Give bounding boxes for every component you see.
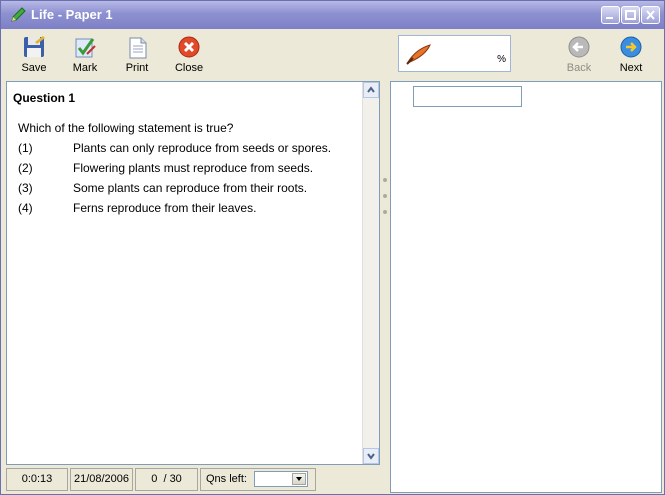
option-text: Plants can only reproduce from seeds or … bbox=[73, 141, 332, 155]
close-icon bbox=[646, 10, 655, 20]
close-button[interactable]: Close bbox=[164, 34, 214, 76]
total-count: 30 bbox=[169, 473, 182, 485]
minimize-icon bbox=[606, 17, 613, 19]
question-counter: 0 / 30 bbox=[135, 468, 198, 491]
arrow-right-icon bbox=[620, 36, 642, 58]
qns-left-panel: Qns left: bbox=[200, 468, 316, 491]
scroll-down-button[interactable] bbox=[363, 448, 379, 464]
floppy-disk-icon bbox=[24, 36, 45, 57]
grip-dot bbox=[383, 194, 387, 198]
answer-pane bbox=[390, 81, 662, 493]
grip-dot bbox=[383, 178, 387, 182]
grip-dot bbox=[383, 210, 387, 214]
dropdown-arrow[interactable] bbox=[292, 473, 306, 485]
close-label: Close bbox=[174, 62, 204, 74]
arrow-left-icon bbox=[568, 36, 590, 58]
toolbar: Save Mark Print Close % Back Next bbox=[1, 29, 664, 79]
answer-option-2[interactable]: (2) Flowering plants must reproduce from … bbox=[18, 161, 313, 175]
mark-label: Mark bbox=[72, 62, 98, 74]
answer-input[interactable] bbox=[413, 86, 522, 107]
print-label: Print bbox=[125, 62, 149, 74]
mark-button[interactable]: Mark bbox=[60, 34, 110, 76]
option-number: (3) bbox=[18, 181, 33, 195]
next-button[interactable]: Next bbox=[606, 34, 656, 76]
timer-display: 0:0:13 bbox=[6, 468, 68, 491]
scroll-up-button[interactable] bbox=[363, 82, 379, 98]
close-circle-icon bbox=[178, 36, 200, 58]
qns-left-select[interactable] bbox=[254, 471, 308, 487]
score-percent-unit: % bbox=[497, 54, 506, 65]
document-print-icon bbox=[129, 37, 147, 59]
question-heading: Question 1 bbox=[13, 91, 76, 105]
title-bar[interactable]: Life - Paper 1 bbox=[1, 1, 664, 29]
chevron-down-icon bbox=[296, 477, 302, 481]
close-window-button[interactable] bbox=[641, 6, 660, 24]
answer-option-1[interactable]: (1) Plants can only reproduce from seeds … bbox=[18, 141, 331, 155]
pencil-icon bbox=[11, 7, 26, 22]
question-pane[interactable]: Question 1 Which of the following statem… bbox=[6, 81, 380, 465]
window-title: Life - Paper 1 bbox=[31, 7, 113, 22]
score-gauge: % bbox=[398, 35, 511, 72]
answer-option-4[interactable]: (4) Ferns reproduce from their leaves. bbox=[18, 201, 256, 215]
option-number: (2) bbox=[18, 161, 33, 175]
date-display: 21/08/2006 bbox=[70, 468, 133, 491]
option-text: Ferns reproduce from their leaves. bbox=[73, 201, 257, 215]
qns-left-label: Qns left: bbox=[206, 473, 247, 485]
option-number: (1) bbox=[18, 141, 33, 155]
maximize-button[interactable] bbox=[621, 6, 640, 24]
mark-check-icon bbox=[75, 38, 96, 58]
save-label: Save bbox=[21, 62, 47, 74]
option-text: Flowering plants must reproduce from see… bbox=[73, 161, 314, 175]
maximize-icon bbox=[625, 10, 636, 20]
feather-pen-icon bbox=[406, 44, 431, 65]
chevron-up-icon bbox=[367, 86, 375, 93]
answered-count: 0 bbox=[151, 473, 158, 485]
minimize-button[interactable] bbox=[601, 6, 620, 24]
back-button[interactable]: Back bbox=[554, 34, 604, 76]
app-window: Life - Paper 1 Save Mark Print Close % B… bbox=[0, 0, 665, 495]
print-button[interactable]: Print bbox=[112, 34, 162, 76]
option-number: (4) bbox=[18, 201, 33, 215]
pane-splitter[interactable] bbox=[382, 81, 388, 493]
save-button[interactable]: Save bbox=[9, 34, 59, 76]
question-text: Which of the following statement is true… bbox=[18, 121, 234, 135]
answer-option-3[interactable]: (3) Some plants can reproduce from their … bbox=[18, 181, 307, 195]
chevron-down-icon bbox=[367, 453, 375, 460]
counter-separator: / bbox=[163, 473, 167, 485]
back-label: Back bbox=[566, 62, 592, 74]
next-label: Next bbox=[619, 62, 643, 74]
option-text: Some plants can reproduce from their roo… bbox=[73, 181, 308, 195]
question-scrollbar[interactable] bbox=[362, 82, 379, 464]
